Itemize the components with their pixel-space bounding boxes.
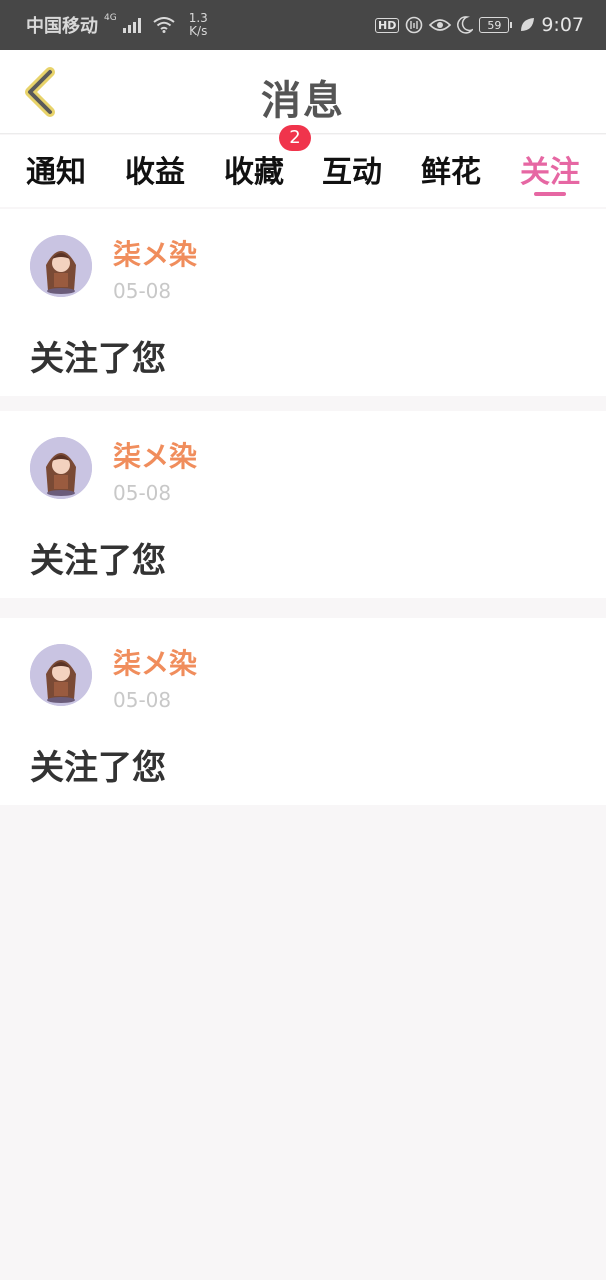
message-text: 关注了您 [30,748,166,788]
timestamp: 05-08 [113,688,172,712]
avatar[interactable] [30,644,92,706]
tab-favorites[interactable]: 收藏 [214,147,294,191]
list-item[interactable]: 柒メ染 05-08 关注了您 [0,209,606,396]
list-item[interactable]: 柒メ染 05-08 关注了您 [0,618,606,805]
tab-notifications[interactable]: 通知 [16,147,96,191]
do-not-disturb-icon [457,16,474,34]
active-tab-indicator [534,192,566,196]
status-bar: 中国移动 4G 1.3 K/s HD 59 9:07 [0,0,606,50]
carrier-name: 中国移动 [26,16,98,37]
unread-badge: 2 [279,125,311,151]
battery-icon: 59 [479,17,513,33]
wifi-icon [153,17,175,33]
clock: 9:07 [541,14,584,36]
network-type: 4G [104,13,117,23]
timestamp: 05-08 [113,279,172,303]
list-item[interactable]: 柒メ染 05-08 关注了您 [0,411,606,598]
data-saver-icon [405,16,423,34]
tab-following[interactable]: 关注 [510,147,590,191]
signal-icon [122,17,141,33]
battery-level: 59 [487,18,502,32]
app-header: 消息 [0,50,606,134]
username[interactable]: 柒メ染 [113,435,197,475]
network-speed: 1.3 K/s [189,12,208,38]
avatar[interactable] [30,437,92,499]
timestamp: 05-08 [113,481,172,505]
message-text: 关注了您 [30,541,166,581]
speed-unit: K/s [189,24,208,38]
avatar[interactable] [30,235,92,297]
eye-comfort-icon [429,17,452,33]
status-right: HD 59 9:07 [374,14,584,36]
page-title: 消息 [261,78,345,124]
leaf-icon [519,17,535,33]
tab-flowers[interactable]: 鲜花 [411,147,491,191]
username[interactable]: 柒メ染 [113,642,197,682]
tab-earnings[interactable]: 收益 [115,147,195,191]
status-left: 中国移动 4G 1.3 K/s [26,12,208,38]
hd-icon: HD [374,17,400,33]
message-text: 关注了您 [30,339,166,379]
tab-interactions[interactable]: 互动 [312,147,392,191]
username[interactable]: 柒メ染 [113,233,197,273]
